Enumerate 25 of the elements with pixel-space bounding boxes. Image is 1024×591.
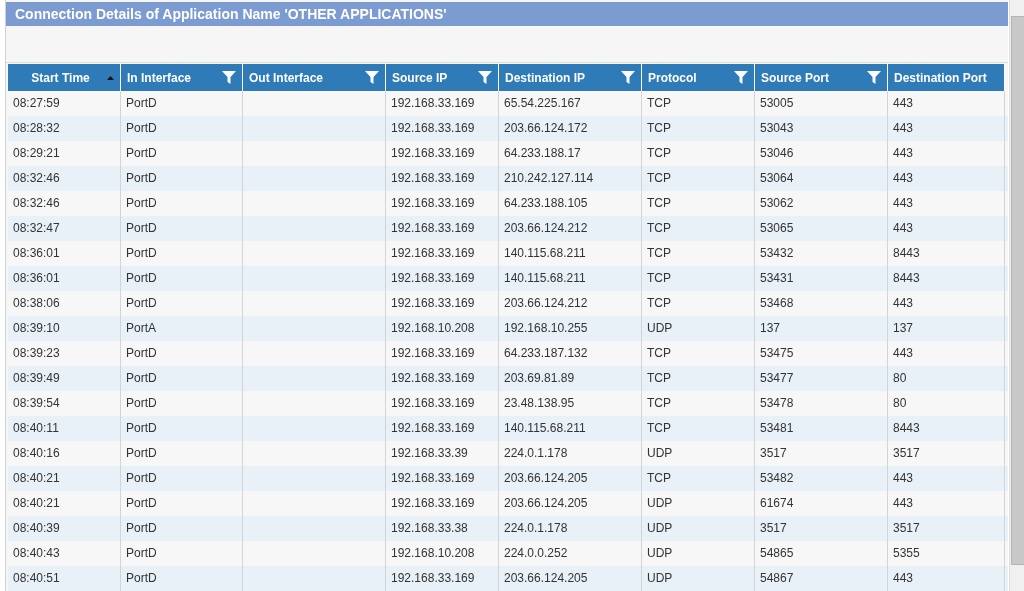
- table-cell: 203.66.124.205: [499, 566, 642, 591]
- sort-ascending-icon[interactable]: [107, 75, 114, 80]
- column-header[interactable]: Protocol: [642, 64, 755, 91]
- column-header[interactable]: Destination IP: [499, 64, 642, 91]
- table-cell: 443: [888, 566, 1005, 591]
- table-cell: 54867: [755, 566, 888, 591]
- column-header[interactable]: Destination Port: [888, 64, 1005, 91]
- filter-icon[interactable]: [365, 71, 379, 84]
- column-header[interactable]: In Interface: [121, 64, 243, 91]
- column-header[interactable]: Source IP: [386, 64, 499, 91]
- filter-icon[interactable]: [478, 71, 492, 84]
- column-header[interactable]: Out Interface: [243, 64, 386, 91]
- table-cell: PortD: [121, 566, 243, 591]
- filter-icon[interactable]: [867, 71, 881, 84]
- table-cell: UDP: [642, 566, 755, 591]
- filter-icon[interactable]: [621, 71, 635, 84]
- panel-title: Connection Details of Application Name 'OTHER APPLICATIONS': [6, 2, 1008, 26]
- filter-icon[interactable]: [222, 71, 236, 84]
- table-cell: 192.168.33.169: [386, 566, 499, 591]
- column-header[interactable]: Source Port: [755, 64, 888, 91]
- scrollbar-thumb[interactable]: [1011, 16, 1024, 565]
- column-header[interactable]: Start Time: [8, 64, 121, 91]
- filter-icon[interactable]: [734, 71, 748, 84]
- table-cell: 08:40:51: [8, 566, 121, 591]
- scrollbar[interactable]: [1009, 0, 1024, 591]
